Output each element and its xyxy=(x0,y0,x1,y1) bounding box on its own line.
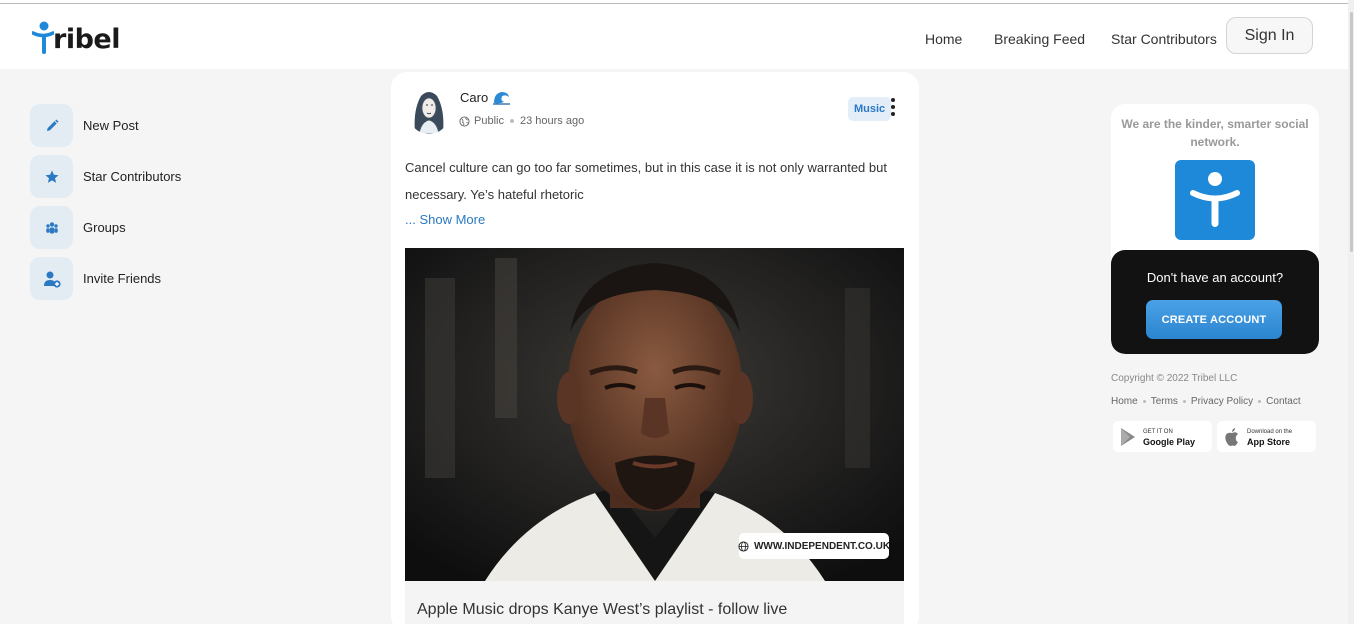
logo-text: ribel xyxy=(53,24,120,55)
source-domain: WWW.INDEPENDENT.CO.UK xyxy=(753,540,891,552)
nav-star-contributors[interactable]: Star Contributors xyxy=(1111,31,1217,47)
create-account-panel: Don't have an account? CREATE ACCOUNT xyxy=(1111,250,1319,354)
google-play-small: GET IT ON xyxy=(1143,428,1173,435)
globe-icon xyxy=(459,115,470,127)
nav-breaking-feed[interactable]: Breaking Feed xyxy=(994,31,1085,47)
link-title[interactable]: Apple Music drops Kanye West’s playlist … xyxy=(405,581,904,624)
separator-dot xyxy=(509,119,514,123)
avatar[interactable] xyxy=(407,86,451,134)
tagline: We are the kinder, smarter social networ… xyxy=(1121,117,1309,149)
sidebar-item-star-contributors[interactable]: Star Contributors xyxy=(30,155,181,198)
scrollbar-thumb[interactable] xyxy=(1350,12,1353,252)
post-text: Cancel culture can go too far sometimes,… xyxy=(405,160,887,202)
source-pill[interactable]: WWW.INDEPENDENT.CO.UK xyxy=(738,533,891,559)
copyright: Copyright © 2022 Tribel LLC xyxy=(1111,373,1238,384)
separator-dot xyxy=(1258,400,1262,403)
google-play-label: Google Play xyxy=(1143,436,1196,447)
tribel-logo[interactable]: ribel xyxy=(31,19,120,55)
tribel-logo-icon xyxy=(31,21,55,55)
tribel-logo-icon xyxy=(1175,160,1255,240)
footer-link-privacy[interactable]: Privacy Policy xyxy=(1191,396,1253,407)
create-account-button[interactable]: CREATE ACCOUNT xyxy=(1146,300,1282,339)
post-card: Caro Public 23 hours ago Music Cancel cu… xyxy=(391,72,919,624)
no-account-text: Don't have an account? xyxy=(1146,270,1284,285)
footer-link-home[interactable]: Home xyxy=(1111,396,1138,407)
globe-icon xyxy=(738,540,749,552)
star-icon xyxy=(30,155,73,198)
sidebar-item-invite-friends[interactable]: Invite Friends xyxy=(30,257,161,300)
post-time: 23 hours ago xyxy=(519,115,585,127)
post-meta: Public 23 hours ago xyxy=(459,115,584,127)
signup-card: We are the kinder, smarter social networ… xyxy=(1111,104,1319,354)
top-header: ribel Home Breaking Feed Star Contributo… xyxy=(0,4,1354,69)
post-visibility: Public xyxy=(474,115,504,127)
google-play-badge[interactable]: GET IT ON Google Play xyxy=(1113,421,1212,452)
separator-dot xyxy=(1182,400,1186,403)
sidebar-item-label: New Post xyxy=(83,118,139,133)
post-link-image[interactable]: WWW.INDEPENDENT.CO.UK xyxy=(405,248,904,581)
add-user-icon xyxy=(30,257,73,300)
wave-icon xyxy=(493,90,511,105)
sign-in-button[interactable]: Sign In xyxy=(1226,17,1313,54)
sidebar-item-new-post[interactable]: New Post xyxy=(30,104,139,147)
google-play-icon xyxy=(1119,427,1137,447)
app-store-small: Download on the xyxy=(1247,428,1293,435)
more-options-icon[interactable] xyxy=(891,98,895,118)
separator-dot xyxy=(1142,400,1146,403)
apple-icon xyxy=(1223,427,1241,447)
groups-icon xyxy=(30,206,73,249)
nav-home[interactable]: Home xyxy=(925,31,962,47)
footer-links: Home Terms Privacy Policy Contact xyxy=(1111,396,1301,407)
app-store-badge[interactable]: Download on the App Store xyxy=(1217,421,1316,452)
app-store-label: App Store xyxy=(1247,436,1291,447)
pencil-icon xyxy=(30,104,73,147)
category-tag[interactable]: Music xyxy=(848,97,892,121)
sidebar-item-label: Invite Friends xyxy=(83,271,162,286)
sidebar-item-label: Star Contributors xyxy=(83,169,182,184)
author-name: Caro xyxy=(460,90,489,105)
sidebar-item-groups[interactable]: Groups xyxy=(30,206,126,249)
footer-link-contact[interactable]: Contact xyxy=(1266,396,1300,407)
footer-link-terms[interactable]: Terms xyxy=(1151,396,1178,407)
post-author[interactable]: Caro xyxy=(460,90,511,105)
show-more-link[interactable]: ... Show More xyxy=(405,212,485,227)
sidebar-item-label: Groups xyxy=(83,220,126,235)
